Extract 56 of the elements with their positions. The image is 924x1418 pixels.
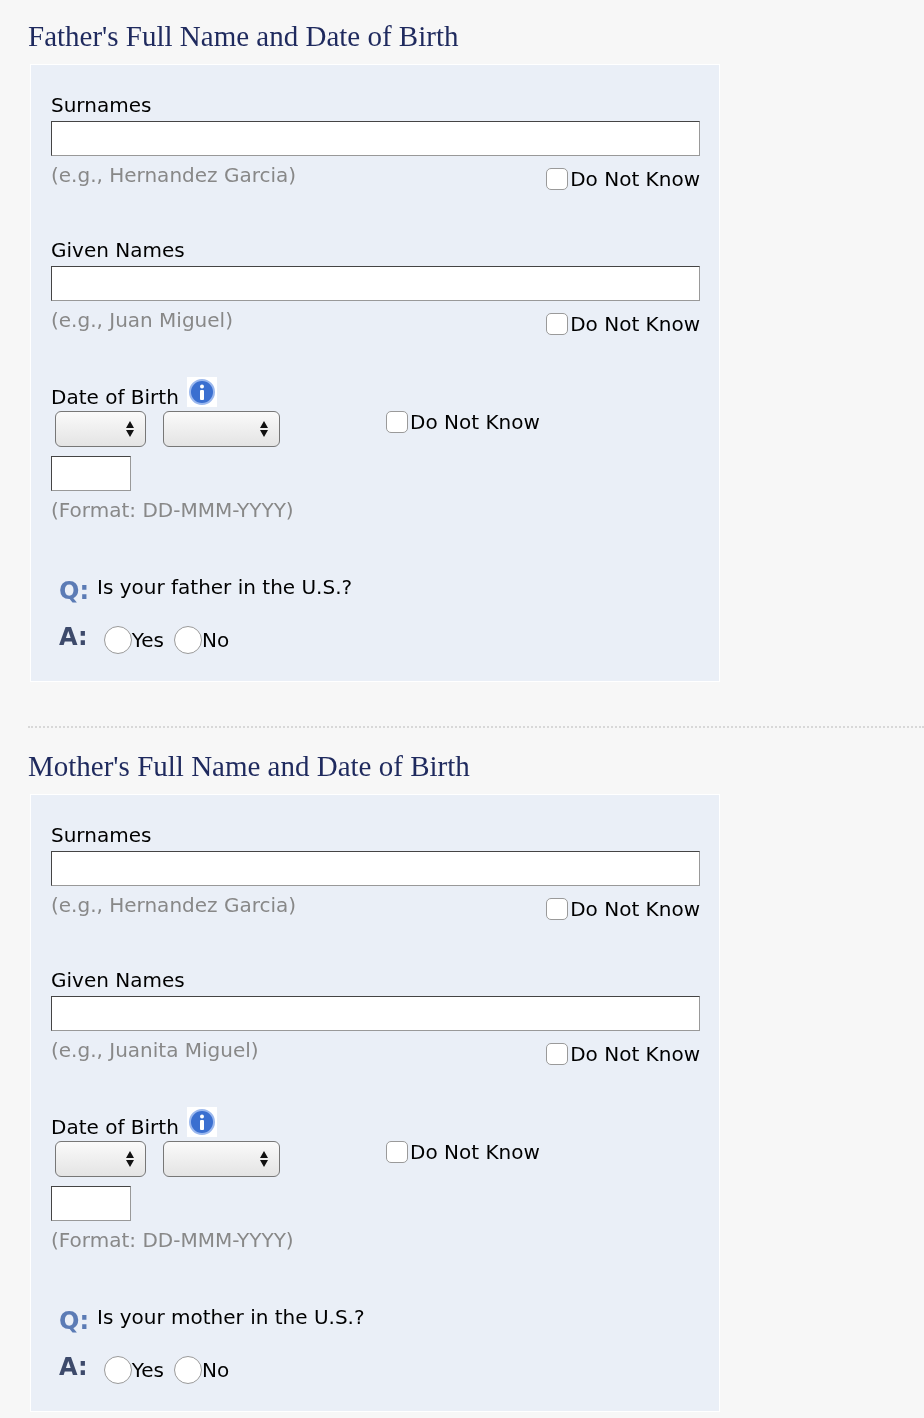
answer-mark-label: A: [59, 622, 88, 652]
hint-text: (Format: DD-MMM-YYYY) [51, 497, 295, 523]
hint-text: (e.g., Juanita Miguel) [51, 1037, 259, 1063]
updown-arrows-icon [125, 1149, 135, 1169]
field-label: Surnames [51, 92, 153, 119]
checkbox-label: Do Not Know [570, 899, 700, 919]
radio-label: Yes [131, 627, 164, 654]
checkbox[interactable] [546, 1043, 569, 1065]
radio-button[interactable] [103, 1356, 132, 1384]
year-input-field[interactable] [51, 456, 131, 491]
radio-button[interactable] [173, 626, 202, 654]
radio-button[interactable] [173, 1356, 202, 1384]
updown-arrows-icon [259, 419, 269, 439]
info-icon[interactable] [186, 377, 217, 407]
radio-label: No [201, 1357, 230, 1384]
checkbox[interactable] [546, 898, 569, 920]
answer-mark-label: A: [59, 1352, 88, 1382]
input-field[interactable] [51, 996, 700, 1031]
hint-text: (Format: DD-MMM-YYYY) [51, 1227, 295, 1253]
radio-label: Yes [131, 1357, 164, 1384]
field-label: Given Names [51, 967, 186, 994]
input-field[interactable] [51, 266, 700, 301]
section-heading: Father's Full Name and Date of Birth [28, 19, 460, 54]
checkbox[interactable] [546, 313, 569, 335]
radio-label: No [201, 627, 230, 654]
checkbox[interactable] [386, 1141, 408, 1163]
question-mark-label: Q: [59, 576, 89, 607]
question-text: Is your mother in the U.S.? [97, 1304, 365, 1331]
question-text: Is your father in the U.S.? [97, 574, 353, 601]
checkbox-label: Do Not Know [410, 412, 540, 432]
dropdown[interactable] [55, 411, 146, 447]
updown-arrows-icon [259, 1149, 269, 1169]
updown-arrows-icon [125, 419, 135, 439]
checkbox-label: Do Not Know [570, 314, 700, 334]
checkbox[interactable] [386, 411, 408, 433]
checkbox[interactable] [546, 168, 569, 190]
question-mark-label: Q: [59, 1306, 89, 1337]
dropdown[interactable] [55, 1141, 146, 1177]
checkbox-label: Do Not Know [570, 1044, 700, 1064]
year-input-field[interactable] [51, 1186, 131, 1221]
field-label: Given Names [51, 237, 186, 264]
field-label: Surnames [51, 822, 153, 849]
section-heading: Mother's Full Name and Date of Birth [28, 749, 471, 784]
dropdown[interactable] [163, 411, 280, 447]
field-label: Date of Birth [51, 384, 179, 411]
info-icon[interactable] [186, 1107, 217, 1137]
input-field[interactable] [51, 851, 700, 886]
checkbox-label: Do Not Know [570, 169, 700, 189]
checkbox-label: Do Not Know [410, 1142, 540, 1162]
field-label: Date of Birth [51, 1114, 179, 1141]
dropdown[interactable] [163, 1141, 280, 1177]
radio-button[interactable] [103, 626, 132, 654]
hint-text: (e.g., Juan Miguel) [51, 307, 233, 333]
input-field[interactable] [51, 121, 700, 156]
hint-text: (e.g., Hernandez Garcia) [51, 162, 297, 188]
hint-text: (e.g., Hernandez Garcia) [51, 892, 297, 918]
